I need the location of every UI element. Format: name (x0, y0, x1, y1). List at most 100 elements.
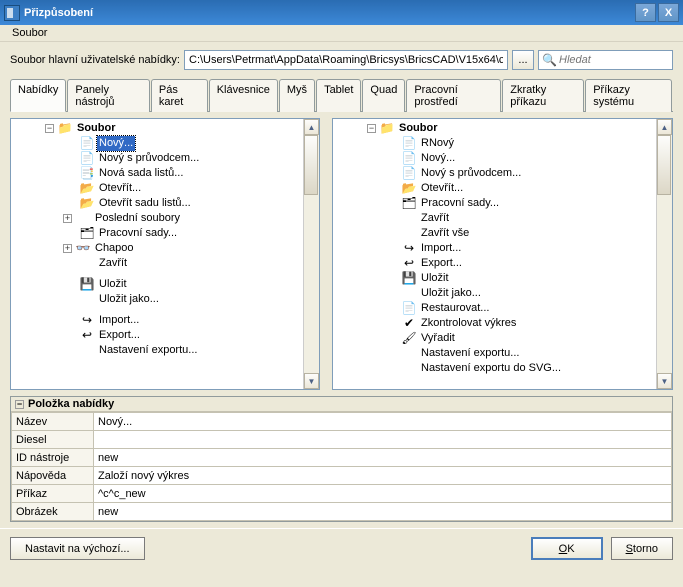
tab-nabídky[interactable]: Nabídky (10, 79, 66, 112)
tree-item[interactable]: Nový... (97, 136, 135, 151)
tree-item[interactable]: Nastavení exportu... (97, 343, 199, 358)
collapse-icon[interactable]: − (45, 124, 54, 133)
close-button[interactable]: X (658, 3, 679, 22)
prop-value[interactable]: new (94, 449, 672, 467)
item-icon: 📂 (79, 182, 95, 196)
tree-item[interactable]: Uložit jako... (419, 286, 483, 301)
item-icon: 📄 (401, 167, 417, 181)
tree-item[interactable]: Zkontrolovat výkres (419, 316, 518, 331)
tree-root[interactable]: Soubor (397, 121, 440, 136)
scroll-thumb[interactable] (304, 135, 318, 195)
tree-item[interactable]: Nový s průvodcem... (97, 151, 201, 166)
expand-icon[interactable]: + (63, 214, 72, 223)
tree-item[interactable]: Import... (97, 313, 141, 328)
tree-item[interactable]: Otevřít... (419, 181, 465, 196)
item-icon: 🖌 (401, 332, 417, 346)
window-title: Přizpůsobení (24, 7, 633, 19)
tab-pás-karet[interactable]: Pás karet (151, 79, 208, 112)
item-icon: 📄 (401, 152, 417, 166)
tree-item[interactable]: Pracovní sady... (419, 196, 501, 211)
tree-item[interactable]: Otevřít... (97, 181, 143, 196)
tree-item[interactable]: Otevřít sadu listů... (97, 196, 193, 211)
scroll-down[interactable]: ▼ (657, 373, 672, 389)
tree-item[interactable]: Poslední soubory (93, 211, 182, 226)
property-group-title: Položka nabídky (28, 398, 114, 410)
scroll-up[interactable]: ▲ (304, 119, 319, 135)
help-button[interactable]: ? (635, 3, 656, 22)
tree-item[interactable]: Nová sada listů... (97, 166, 185, 181)
tree-item[interactable]: Nastavení exportu do SVG... (419, 361, 563, 376)
item-icon: ↪ (401, 242, 417, 256)
scroll-up[interactable]: ▲ (657, 119, 672, 135)
tree-root[interactable]: Soubor (75, 121, 118, 136)
tab-pracovní-prostředí[interactable]: Pracovní prostředí (406, 79, 501, 112)
item-icon: 📄 (79, 137, 95, 151)
tab-příkazy-systému[interactable]: Příkazy systému (585, 79, 672, 112)
tree-item[interactable]: Zavřít vše (419, 226, 471, 241)
prop-key: Příkaz (12, 485, 94, 503)
folder-icon: 📁 (379, 122, 395, 136)
item-icon: 📂 (401, 182, 417, 196)
tree-item[interactable]: Uložit (97, 277, 129, 292)
tab-klávesnice[interactable]: Klávesnice (209, 79, 278, 112)
prop-value[interactable] (94, 431, 672, 449)
tree-item[interactable]: Export... (419, 256, 464, 271)
ok-button[interactable]: OK (531, 537, 603, 560)
folder-icon: 📁 (57, 122, 73, 136)
prop-key: Obrázek (12, 503, 94, 521)
collapse-icon[interactable]: − (367, 124, 376, 133)
tree-item[interactable]: Pracovní sady... (97, 226, 179, 241)
item-icon: ↪ (79, 314, 95, 328)
item-icon: 📂 (79, 197, 95, 211)
tree-item[interactable]: Uložit jako... (97, 292, 161, 307)
prop-value[interactable]: ^c^c_new (94, 485, 672, 503)
item-icon: ↩ (401, 257, 417, 271)
tree-item[interactable]: Import... (419, 241, 463, 256)
tree-item[interactable]: Uložit (419, 271, 451, 286)
tab-zkratky-příkazu[interactable]: Zkratky příkazu (502, 79, 584, 112)
item-icon: 🗂 (401, 197, 417, 211)
right-tree-pane: −📁Soubor📄RNový📄Nový...📄Nový s průvodcem.… (332, 118, 673, 390)
scroll-thumb[interactable] (657, 135, 671, 195)
scrollbar[interactable]: ▲ ▼ (303, 119, 319, 389)
tree-item[interactable]: Nastavení exportu... (419, 346, 521, 361)
tree-item[interactable]: Chapoo (93, 241, 136, 256)
prop-key: ID nástroje (12, 449, 94, 467)
tab-myš[interactable]: Myš (279, 79, 315, 112)
tree-item[interactable]: Zavřít (419, 211, 451, 226)
scrollbar[interactable]: ▲ ▼ (656, 119, 672, 389)
tab-panely-nástrojů[interactable]: Panely nástrojů (67, 79, 150, 112)
item-icon: 🗂 (79, 227, 95, 241)
path-input[interactable] (184, 50, 508, 70)
item-icon: 💾 (79, 278, 95, 292)
tree-item[interactable]: Nový... (419, 151, 457, 166)
prop-key: Nápověda (12, 467, 94, 485)
prop-value[interactable]: new (94, 503, 672, 521)
item-icon: ✔ (401, 317, 417, 331)
browse-button[interactable]: ... (512, 50, 534, 70)
left-tree-pane: −📁Soubor📄Nový...📄Nový s průvodcem...📑Nov… (10, 118, 320, 390)
tree-item[interactable]: Zavřít (97, 256, 129, 271)
tab-quad[interactable]: Quad (362, 79, 405, 112)
tree-item[interactable]: Export... (97, 328, 142, 343)
tree-item[interactable]: Nový s průvodcem... (419, 166, 523, 181)
item-icon: ↩ (79, 329, 95, 343)
expand-icon[interactable]: + (63, 244, 72, 253)
item-icon: 📄 (79, 152, 95, 166)
collapse-icon[interactable]: − (15, 400, 24, 409)
item-icon: 📑 (79, 167, 95, 181)
search-input[interactable] (538, 50, 673, 70)
reset-button[interactable]: Nastavit na výchozí... (10, 537, 145, 560)
prop-value[interactable]: Založí nový výkres (94, 467, 672, 485)
search-icon: 🔍 (542, 53, 557, 67)
tree-item[interactable]: Vyřadit (419, 331, 457, 346)
item-icon: 👓 (75, 242, 91, 256)
scroll-down[interactable]: ▼ (304, 373, 319, 389)
prop-value[interactable]: Nový... (94, 413, 672, 431)
menu-file[interactable]: Soubor (6, 25, 53, 41)
tree-item[interactable]: RNový (419, 136, 456, 151)
cancel-button[interactable]: Storno (611, 537, 673, 560)
prop-key: Název (12, 413, 94, 431)
tab-tablet[interactable]: Tablet (316, 79, 361, 112)
tree-item[interactable]: Restaurovat... (419, 301, 491, 316)
